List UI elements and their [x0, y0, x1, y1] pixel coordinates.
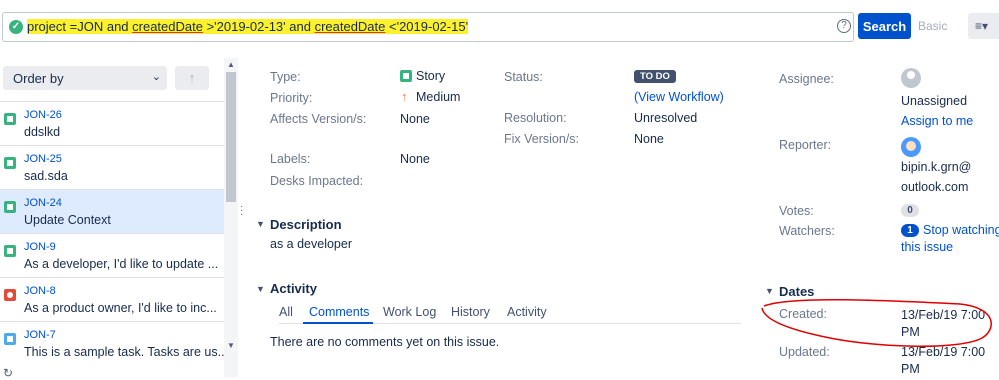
type-label: Type: [270, 70, 301, 84]
resize-handle-icon[interactable]: · · · [240, 202, 243, 220]
watchers-count-badge[interactable]: 1 [901, 224, 919, 237]
jql-query-text[interactable]: project =JON and createdDate >'2019-02-1… [27, 19, 469, 34]
scrollbar[interactable]: ▲ ▼ [224, 58, 238, 377]
votes-label: Votes: [779, 204, 814, 218]
issue-key[interactable]: JON-25 [24, 153, 62, 165]
jql-field-created-2: createdDate [314, 19, 386, 34]
task-icon [4, 333, 16, 345]
active-tab-indicator [303, 322, 373, 324]
story-icon [4, 157, 16, 169]
list-item-selected[interactable]: JON-24 Update Context [0, 189, 224, 233]
issue-summary: As a developer, I'd like to update ... [24, 257, 219, 271]
reporter-value-line1[interactable]: bipin.k.grn@ [901, 160, 971, 174]
issue-summary: As a product owner, I'd like to inc... [24, 301, 217, 315]
resolution-value: Unresolved [634, 111, 698, 125]
tab-work-log[interactable]: Work Log [383, 305, 436, 319]
avatar [901, 68, 921, 88]
assignee-label: Assignee: [779, 72, 834, 86]
priority-label: Priority: [270, 91, 313, 105]
help-icon[interactable]: ? [837, 19, 851, 33]
issue-key[interactable]: JON-24 [24, 197, 62, 209]
updated-value-line2: PM [901, 362, 920, 376]
list-item[interactable]: JON-7 This is a sample task. Tasks are u… [0, 321, 224, 365]
no-comments-text: There are no comments yet on this issue. [270, 335, 500, 349]
labels-value: None [400, 152, 430, 166]
type-value: Story [416, 69, 446, 83]
status-badge[interactable]: TO DO [634, 70, 676, 83]
order-by-label: Order by [13, 71, 64, 86]
affects-versions-label: Affects Version/s: [270, 112, 367, 126]
issue-key[interactable]: JON-26 [24, 109, 62, 121]
watchers-label: Watchers: [779, 224, 835, 238]
priority-value: Medium [416, 90, 461, 104]
list-item[interactable]: JON-25 sad.sda [0, 145, 224, 189]
story-icon [4, 113, 16, 125]
story-icon [4, 245, 16, 257]
reporter-label: Reporter: [779, 138, 832, 152]
search-button[interactable]: Search [858, 13, 911, 39]
issue-key[interactable]: JON-8 [24, 285, 56, 297]
issue-key[interactable]: JON-9 [24, 241, 56, 253]
issue-key[interactable]: JON-7 [24, 329, 56, 341]
jql-part-mid: >'2019-02-13' and [202, 19, 315, 34]
chevron-down-icon: ⌄ [151, 71, 161, 83]
view-workflow-link[interactable]: (View Workflow) [634, 90, 724, 104]
votes-count-badge[interactable]: 0 [901, 204, 919, 217]
issue-summary: sad.sda [24, 169, 68, 183]
jql-part-after: <'2019-02-15' [385, 19, 469, 34]
layout-switcher-icon[interactable]: ≡▾ [968, 13, 999, 39]
issue-summary: This is a sample task. Tasks are us... [24, 345, 224, 359]
sort-direction-button[interactable]: ↑ [175, 66, 209, 90]
list-item[interactable]: JON-9 As a developer, I'd like to update… [0, 233, 224, 277]
story-icon [4, 201, 16, 213]
priority-medium-icon: ↑ [401, 89, 408, 104]
issue-list-panel: Order by ⌄ ↑ JON-26 ddslkd JON-25 sad.sd… [0, 58, 238, 380]
scroll-down-icon[interactable]: ▼ [227, 341, 235, 350]
list-item[interactable]: JON-26 ddslkd [0, 101, 224, 145]
bug-icon [4, 289, 16, 301]
tab-activity[interactable]: Activity [507, 305, 547, 319]
labels-label: Labels: [270, 152, 311, 166]
jql-field-created-1: createdDate [132, 19, 203, 34]
issue-summary: ddslkd [24, 125, 61, 139]
activity-heading[interactable]: Activity [270, 281, 317, 296]
stop-watching-link-line2[interactable]: this issue [901, 240, 953, 254]
fix-versions-label: Fix Version/s: [504, 132, 580, 146]
tab-comments[interactable]: Comments [309, 305, 369, 319]
assignee-value[interactable]: Unassigned [901, 94, 967, 108]
search-bar: ✓ project =JON and createdDate >'2019-02… [0, 0, 999, 58]
description-text: as a developer [270, 237, 353, 251]
order-by-dropdown[interactable]: Order by ⌄ [3, 66, 167, 90]
fix-versions-value: None [634, 132, 664, 146]
jql-highlight: project =JON and createdDate >'2019-02-1… [27, 19, 469, 34]
reporter-value-line2[interactable]: outlook.com [901, 180, 968, 194]
check-circle-icon: ✓ [9, 20, 23, 34]
refresh-icon[interactable]: ↻ [3, 366, 13, 380]
issue-list: JON-26 ddslkd JON-25 sad.sda JON-24 Upda… [0, 101, 224, 377]
status-label: Status: [504, 70, 543, 84]
collapse-activity-icon[interactable]: ▼ [256, 284, 265, 294]
stop-watching-link[interactable]: Stop watching [923, 223, 999, 237]
basic-mode-link[interactable]: Basic [918, 19, 947, 33]
resolution-label: Resolution: [504, 111, 567, 125]
jql-part-before: project =JON and [27, 19, 133, 34]
tab-all[interactable]: All [279, 305, 293, 319]
issue-summary: Update Context [24, 213, 111, 227]
jql-search-input[interactable]: ✓ project =JON and createdDate >'2019-02… [2, 12, 854, 42]
scrollbar-thumb[interactable] [226, 72, 236, 202]
desks-impacted-label: Desks Impacted: [270, 174, 364, 188]
collapse-description-icon[interactable]: ▼ [256, 219, 265, 229]
scroll-up-icon[interactable]: ▲ [227, 60, 235, 69]
description-heading[interactable]: Description [270, 217, 342, 232]
affects-versions-value: None [400, 112, 430, 126]
tab-history[interactable]: History [451, 305, 490, 319]
assign-to-me-link[interactable]: Assign to me [901, 114, 973, 128]
avatar [901, 137, 921, 157]
red-annotation-circle [761, 298, 992, 348]
list-item[interactable]: JON-8 As a product owner, I'd like to in… [0, 277, 224, 321]
story-icon [400, 70, 412, 82]
